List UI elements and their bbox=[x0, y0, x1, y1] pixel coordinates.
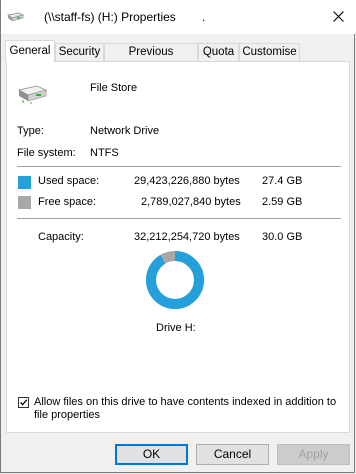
used-space-gb: 27.4 GB bbox=[262, 175, 303, 187]
drive-caption: Drive H: bbox=[156, 322, 196, 334]
network-drive-icon bbox=[7, 11, 25, 26]
free-space-gb: 2.59 GB bbox=[262, 196, 303, 208]
cancel-button[interactable]: Cancel bbox=[196, 444, 269, 465]
capacity-gb: 30.0 GB bbox=[262, 231, 303, 243]
drive-large-icon bbox=[17, 82, 49, 107]
used-space-arc bbox=[146, 251, 204, 309]
tab-security[interactable]: Security bbox=[55, 43, 104, 61]
file-system-value: NTFS bbox=[90, 147, 119, 159]
check-icon bbox=[20, 399, 28, 406]
capacity-label: Capacity: bbox=[38, 231, 84, 243]
free-space-label: Free space: bbox=[38, 196, 97, 208]
general-panel: File Store Type: Network Drive File syst… bbox=[6, 61, 350, 433]
used-space-label: Used space: bbox=[38, 175, 100, 187]
file-system-label: File system: bbox=[17, 147, 76, 159]
used-space-bytes: 29,423,226,880 bytes bbox=[134, 175, 240, 187]
usage-donut bbox=[146, 251, 204, 309]
tab-previous-versions[interactable]: Previous Versions bbox=[104, 43, 198, 74]
tab-quota[interactable]: Quota bbox=[198, 43, 239, 61]
type-value: Network Drive bbox=[90, 125, 160, 137]
divider bbox=[17, 218, 341, 219]
free-space-swatch bbox=[18, 196, 31, 209]
close-button[interactable] bbox=[319, 0, 356, 34]
properties-window: (\\staff-fs) (H:) Properties . General S… bbox=[0, 0, 356, 473]
tab-general[interactable]: General bbox=[5, 40, 55, 62]
title-extra: . bbox=[202, 10, 206, 24]
window-title: (\\staff-fs) (H:) Properties bbox=[44, 10, 176, 24]
ok-button[interactable]: OK bbox=[115, 444, 188, 465]
capacity-bytes: 32,212,254,720 bytes bbox=[134, 231, 240, 243]
tab-strip: General Security Previous Versions Quota… bbox=[1, 40, 356, 74]
index-checkbox-label-line2[interactable]: file properties bbox=[34, 409, 100, 421]
drive-name: File Store bbox=[90, 82, 138, 94]
type-label: Type: bbox=[17, 125, 44, 137]
apply-button[interactable]: Apply bbox=[277, 444, 350, 465]
title-bar[interactable]: (\\staff-fs) (H:) Properties . bbox=[1, 0, 356, 34]
used-space-swatch bbox=[18, 176, 31, 189]
index-checkbox-label[interactable]: Allow files on this drive to have conten… bbox=[34, 396, 336, 408]
index-checkbox[interactable] bbox=[18, 397, 29, 408]
divider bbox=[17, 166, 341, 167]
tab-customise[interactable]: Customise bbox=[239, 43, 300, 61]
close-icon bbox=[332, 7, 344, 27]
free-space-bytes: 2,789,027,840 bytes bbox=[141, 196, 241, 208]
